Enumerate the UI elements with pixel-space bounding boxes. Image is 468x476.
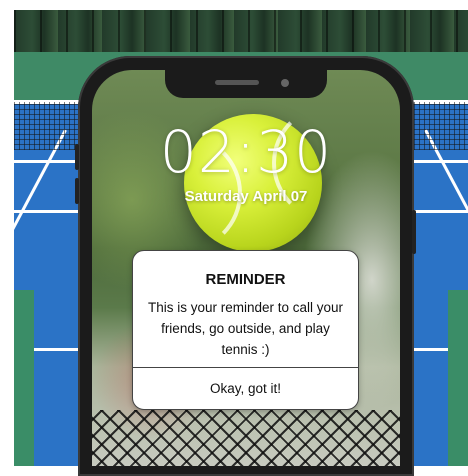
- dialog-message: This is your reminder to call your frien…: [147, 300, 344, 357]
- lock-screen-time: 02:30: [159, 118, 333, 186]
- reminder-dialog: REMINDER This is your reminder to call y…: [132, 250, 359, 410]
- volume-down-button: [75, 178, 79, 204]
- speaker-grille: [215, 80, 259, 85]
- okay-got-it-button[interactable]: Okay, got it!: [133, 368, 358, 409]
- tennis-net: [92, 410, 400, 466]
- dialog-title: REMINDER: [205, 271, 286, 288]
- front-camera: [281, 79, 289, 87]
- lock-screen-date: Saturday April 07: [184, 188, 308, 205]
- volume-up-button: [75, 144, 79, 170]
- power-button: [412, 210, 416, 254]
- fence: [14, 10, 468, 52]
- court-edge-left: [14, 290, 34, 466]
- court-edge-right: [448, 290, 468, 466]
